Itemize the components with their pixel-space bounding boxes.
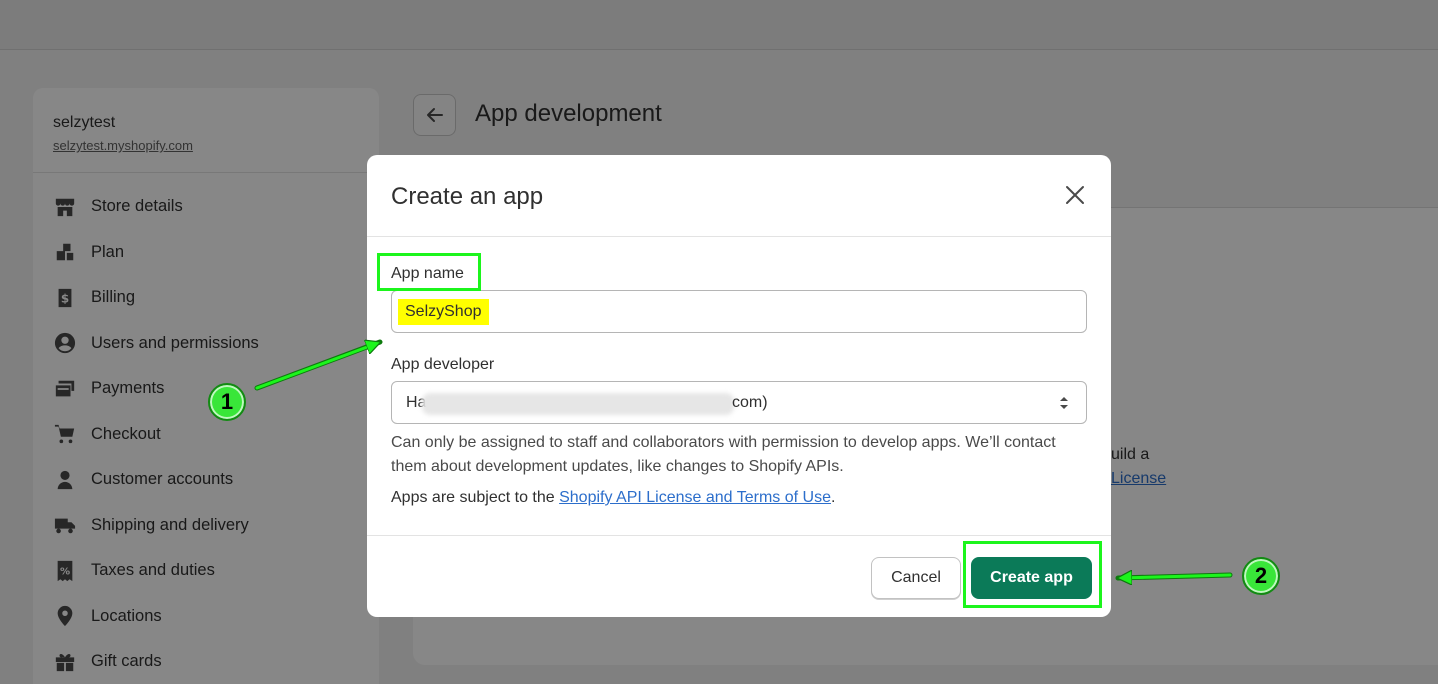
step-2-badge: 2 [1242,557,1280,595]
step-1-badge: 1 [208,383,246,421]
annotation-arrows [254,0,1233,684]
